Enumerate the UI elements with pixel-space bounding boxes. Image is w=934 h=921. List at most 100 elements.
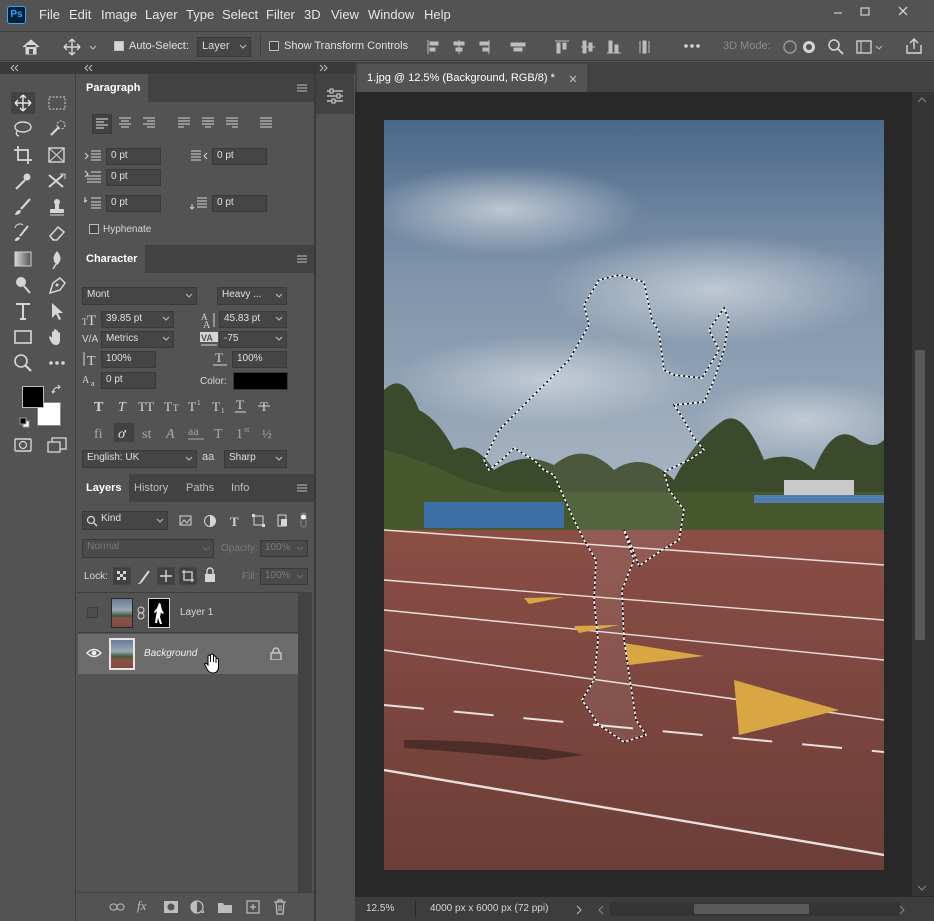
close-tab-icon[interactable]	[569, 75, 577, 83]
crop-tool[interactable]	[11, 144, 35, 166]
panel-menu-icon[interactable]	[296, 83, 308, 93]
justify-last-left-button[interactable]	[175, 114, 193, 132]
workspace-icon[interactable]	[856, 38, 884, 56]
link-layers-icon[interactable]	[109, 900, 125, 914]
menu-3d[interactable]: 3D	[304, 7, 321, 22]
lasso-tool[interactable]	[11, 118, 35, 140]
hyphenate-checkbox[interactable]	[89, 224, 99, 234]
collapse-panels-icon[interactable]	[82, 63, 94, 73]
menu-file[interactable]: File	[39, 7, 60, 22]
tab-paths[interactable]: Paths	[178, 474, 222, 502]
justify-last-right-button[interactable]	[223, 114, 241, 132]
menu-filter[interactable]: Filter	[266, 7, 295, 22]
gradient-tool[interactable]	[11, 248, 35, 270]
horizontal-scrollbar[interactable]	[610, 902, 900, 916]
document-tab[interactable]: 1.jpg @ 12.5% (Background, RGB/8) *	[357, 64, 587, 92]
fill-input[interactable]: 100%	[260, 568, 308, 585]
marquee-tool[interactable]	[45, 92, 69, 114]
minimize-button[interactable]	[826, 4, 850, 20]
blend-mode-dropdown[interactable]: Normal	[82, 539, 214, 558]
justify-last-center-button[interactable]	[199, 114, 217, 132]
home-icon[interactable]	[21, 38, 41, 56]
menu-type[interactable]: Type	[186, 7, 214, 22]
group-folder-icon[interactable]	[217, 900, 233, 914]
fx-icon[interactable]: fx	[137, 898, 146, 914]
history-brush-tool[interactable]	[11, 222, 35, 244]
rectangle-tool[interactable]	[11, 326, 35, 348]
kerning-dropdown[interactable]: Metrics	[101, 331, 174, 348]
menu-window[interactable]: Window	[368, 7, 414, 22]
type-tool[interactable]	[11, 300, 35, 322]
swap-colors-icon[interactable]	[51, 384, 63, 396]
blur-tool[interactable]	[45, 248, 69, 270]
space-after-input[interactable]: 0 pt	[212, 195, 267, 212]
indent-left-input[interactable]: 0 pt	[106, 148, 161, 165]
layer-row-layer-1[interactable]: Layer 1	[78, 593, 298, 633]
pen-tool[interactable]	[45, 274, 69, 296]
zoom-level[interactable]: 12.5%	[366, 903, 394, 914]
space-before-input[interactable]: 0 pt	[106, 195, 161, 212]
expand-dock-icon[interactable]	[318, 63, 330, 73]
scroll-thumb[interactable]	[694, 904, 809, 914]
anti-aliasing-dropdown[interactable]: Sharp	[224, 450, 287, 468]
close-button[interactable]	[891, 4, 915, 20]
quick-mask-icon[interactable]	[11, 434, 35, 456]
move-tool[interactable]	[11, 92, 35, 114]
menu-help[interactable]: Help	[424, 7, 451, 22]
menu-view[interactable]: View	[331, 7, 359, 22]
eye-icon[interactable]	[86, 647, 102, 659]
zoom-tool[interactable]	[11, 352, 35, 374]
scroll-right-icon[interactable]	[898, 905, 906, 915]
edit-toolbar-icon[interactable]	[45, 352, 69, 374]
search-icon[interactable]	[827, 38, 845, 56]
indent-first-line-input[interactable]: 0 pt	[106, 169, 161, 186]
language-dropdown[interactable]: English: UK	[82, 450, 197, 468]
collapse-tools-icon[interactable]	[8, 63, 20, 73]
menu-layer[interactable]: Layer	[145, 7, 178, 22]
tab-history[interactable]: History	[126, 474, 176, 502]
visibility-toggle[interactable]	[87, 607, 98, 618]
path-selection-tool[interactable]	[45, 300, 69, 322]
quick-selection-tool[interactable]	[45, 118, 69, 140]
auto-select-checkbox[interactable]	[114, 41, 124, 51]
menu-image[interactable]: Image	[101, 7, 137, 22]
opacity-input[interactable]: 100%	[260, 540, 308, 557]
vertical-scrollbar[interactable]	[912, 92, 934, 896]
tab-character[interactable]: Character	[78, 245, 146, 273]
leading-input[interactable]: 45.83 pt	[219, 311, 287, 328]
align-left-button[interactable]	[92, 114, 112, 134]
delete-layer-icon[interactable]	[272, 898, 288, 916]
canvas-image[interactable]	[384, 120, 884, 870]
adjustment-layer-icon[interactable]	[190, 899, 206, 915]
text-color-swatch[interactable]	[233, 372, 288, 390]
menu-edit[interactable]: Edit	[69, 7, 91, 22]
more-options-icon[interactable]	[683, 39, 701, 53]
add-mask-icon[interactable]	[163, 900, 179, 914]
menu-select[interactable]: Select	[222, 7, 258, 22]
dodge-tool[interactable]	[11, 274, 35, 296]
properties-icon[interactable]	[326, 88, 344, 104]
content-aware-move-tool[interactable]	[45, 170, 69, 192]
share-icon[interactable]	[903, 37, 925, 55]
layer-mask-thumbnail[interactable]	[148, 598, 170, 628]
panel-menu-icon[interactable]	[296, 254, 308, 264]
font-family-dropdown[interactable]: Mont	[82, 287, 197, 305]
restore-button[interactable]	[853, 4, 877, 20]
tab-layers[interactable]: Layers	[78, 474, 130, 502]
align-center-button[interactable]	[116, 114, 134, 132]
horizontal-scale-input[interactable]: 100%	[232, 351, 287, 368]
justify-all-button[interactable]	[257, 114, 275, 132]
indent-right-input[interactable]: 0 pt	[212, 148, 267, 165]
hand-tool[interactable]	[45, 326, 69, 348]
layer-filter-dropdown[interactable]: Kind	[82, 511, 168, 530]
foreground-color-swatch[interactable]	[22, 386, 44, 408]
screen-mode-icon[interactable]	[45, 434, 69, 456]
show-transform-checkbox[interactable]	[269, 41, 279, 51]
eyedropper-tool[interactable]	[11, 170, 35, 192]
vertical-scale-input[interactable]: 100%	[101, 351, 156, 368]
layer-row-background[interactable]: Background	[78, 634, 298, 674]
panel-menu-icon[interactable]	[296, 483, 308, 493]
brush-tool[interactable]	[11, 196, 35, 218]
auto-select-dropdown[interactable]: Layer	[197, 37, 251, 57]
eraser-tool[interactable]	[45, 222, 69, 244]
